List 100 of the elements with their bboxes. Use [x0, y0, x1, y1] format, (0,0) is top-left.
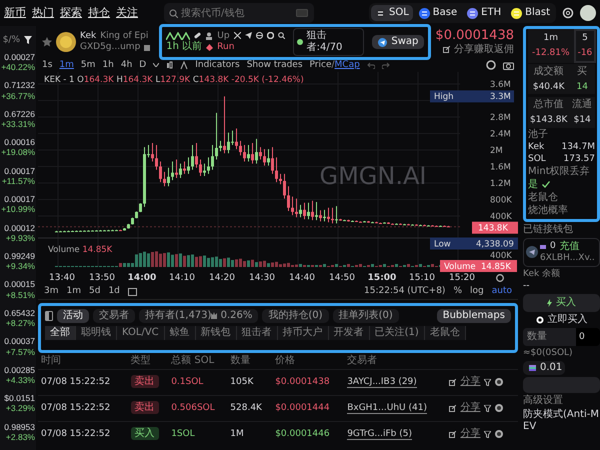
filter-tab[interactable]: 鲸鱼 [164, 326, 196, 340]
star-icon[interactable] [42, 37, 52, 47]
share-link[interactable]: 分享赚取返佣 [454, 44, 514, 56]
caret-icon[interactable] [153, 63, 160, 67]
radio-icon[interactable] [536, 316, 544, 324]
filter-tab[interactable]: 全部 [45, 326, 76, 340]
auto-toggle[interactable]: auto [492, 286, 512, 297]
activity-tab[interactable]: 挂单列表(0) [332, 309, 399, 323]
copy-icon[interactable] [144, 44, 152, 51]
filter-tab[interactable]: KOL/VC [117, 326, 165, 340]
log-toggle[interactable]: log [470, 286, 484, 297]
swap-button[interactable]: Swap [372, 35, 424, 49]
panel-toggle-icon[interactable] [45, 311, 53, 321]
trader-link[interactable]: BxGH1...UhU (41) [347, 402, 427, 414]
telegram-icon[interactable] [244, 32, 252, 40]
percent-toggle[interactable]: % [453, 286, 462, 297]
avatar-icon[interactable] [580, 5, 596, 21]
table-cell: 0.1SOL [168, 369, 228, 395]
filter-tab[interactable]: 开发者 [328, 326, 370, 340]
share-icon[interactable] [449, 404, 456, 412]
filter-tab[interactable]: 聪明钱 [76, 326, 117, 340]
filter-tab[interactable]: 狙击者 [236, 326, 278, 340]
telegram-icon [378, 38, 388, 46]
range-button[interactable]: 5d [89, 286, 100, 297]
filter-icon[interactable] [24, 36, 32, 44]
buy-button[interactable]: 买入 [523, 294, 600, 312]
preset-amount-button[interactable]: 0.01 [523, 360, 565, 375]
interval-tab[interactable]: 1s [42, 60, 52, 70]
filter-tab[interactable]: 老鼠仓 [424, 326, 466, 340]
range-button[interactable]: 1m [66, 286, 81, 297]
deposit-link[interactable]: 充值 [560, 240, 580, 253]
date-range-icon[interactable] [128, 287, 137, 296]
filter-tab[interactable]: 已关注(1) [370, 326, 425, 340]
trader-link[interactable]: 9GTrG...iFb (5) [347, 428, 412, 440]
nav-link[interactable]: 关注 [116, 6, 138, 20]
telegram-icon [526, 246, 538, 258]
activity-tab[interactable]: 持有者(1,473) 0.26% [139, 309, 258, 323]
filter-icon[interactable] [484, 404, 492, 412]
nav-link[interactable]: 新币 [4, 6, 26, 20]
interval-stat-tab[interactable]: 5 -16 [574, 29, 596, 63]
chain-tab[interactable]: Blast [507, 5, 554, 21]
activity-tab[interactable]: 交易者 [93, 309, 135, 323]
interval-stat-tab[interactable]: 1m -12.81% [528, 29, 574, 63]
indicators-button[interactable]: Indicators [195, 60, 240, 70]
range-button[interactable]: 1d [108, 286, 120, 297]
up-label: Up [217, 30, 230, 42]
chain-tab[interactable]: Base [414, 5, 462, 21]
settings-icon[interactable] [496, 274, 504, 282]
nav-link[interactable]: 热门 [32, 6, 54, 20]
approx-value: ≈$0(0SOL) [523, 348, 574, 359]
share-link[interactable]: 分享 [460, 376, 480, 388]
chain-tab[interactable]: SOL [370, 5, 413, 21]
filter-icon[interactable] [484, 378, 492, 386]
eye-icon[interactable] [495, 378, 504, 386]
filter-tab[interactable]: 持币大户 [278, 326, 329, 340]
search-icon[interactable] [278, 32, 285, 40]
settings-icon[interactable] [486, 60, 496, 70]
sort-label[interactable]: $/% [2, 34, 20, 46]
interval-tab[interactable]: 1m [59, 60, 74, 70]
quantity-field[interactable]: 0 [576, 328, 600, 346]
redo-icon[interactable] [382, 62, 390, 68]
share-icon[interactable] [449, 430, 456, 438]
undo-icon[interactable] [366, 62, 375, 68]
interval-tab[interactable]: 5m [80, 60, 96, 70]
table-cell: $0.0001438 [272, 369, 344, 395]
instant-buy-label[interactable]: 立即买入 [548, 314, 588, 326]
advanced-settings-label[interactable]: 高级设置 [523, 394, 600, 407]
nav-link[interactable]: 探索 [60, 6, 82, 20]
range-button[interactable]: 3m [44, 286, 58, 297]
bubblemaps-button[interactable]: Bubblemaps [436, 309, 511, 323]
filter-tab[interactable]: 新钱包 [196, 326, 237, 340]
eye-icon[interactable] [495, 430, 504, 438]
activity-tab[interactable]: 活动 [57, 309, 89, 323]
nav-link[interactable]: 持仓 [88, 6, 110, 20]
share-link[interactable]: 分享 [460, 428, 480, 440]
price-chart[interactable]: GMGN.AI 3.6M 2.8M 2.4M 2M 1.6M 1.2M 800K 400K High 3.3M 143.8K Low 4,338.09 400K Volume 14.85K KEK - 1 O164.3K H164.3K L127.9K C143.8K -20.5K (-12.46%) Volume 14.85K [38, 72, 520, 272]
coin-icon[interactable] [266, 32, 274, 40]
indicator-icon[interactable] [180, 60, 188, 70]
chain-tab[interactable]: ETH [463, 5, 506, 21]
camera-icon[interactable] [503, 60, 514, 70]
globe-icon[interactable] [256, 32, 263, 40]
interval-tab[interactable]: D [139, 60, 146, 70]
check-icon [542, 181, 550, 188]
interval-tab[interactable]: 4h [120, 60, 132, 70]
candlestick-icon[interactable] [166, 60, 174, 70]
filter-icon[interactable] [484, 430, 492, 438]
wallet-card[interactable]: 0 充值 6XLBH...Xv.. [523, 238, 600, 267]
x-logo-icon[interactable] [234, 32, 241, 40]
share-link[interactable]: 分享 [460, 402, 480, 414]
settings-icon[interactable] [562, 7, 574, 19]
share-icon[interactable] [449, 378, 456, 386]
mcap-toggle[interactable]: MCap [334, 60, 360, 70]
trader-link[interactable]: 3AYCJ...IB3 (29) [347, 376, 417, 388]
share-icon[interactable] [443, 46, 450, 54]
eye-icon[interactable] [495, 404, 504, 412]
activity-tab[interactable]: 我的持仓(0) [262, 309, 329, 323]
search-field[interactable]: 搜索代币/钱包 [164, 3, 314, 23]
show-trades-button[interactable]: Show trades [246, 60, 303, 70]
price-toggle[interactable]: Price [310, 60, 332, 70]
interval-tab[interactable]: 1h [102, 60, 114, 70]
